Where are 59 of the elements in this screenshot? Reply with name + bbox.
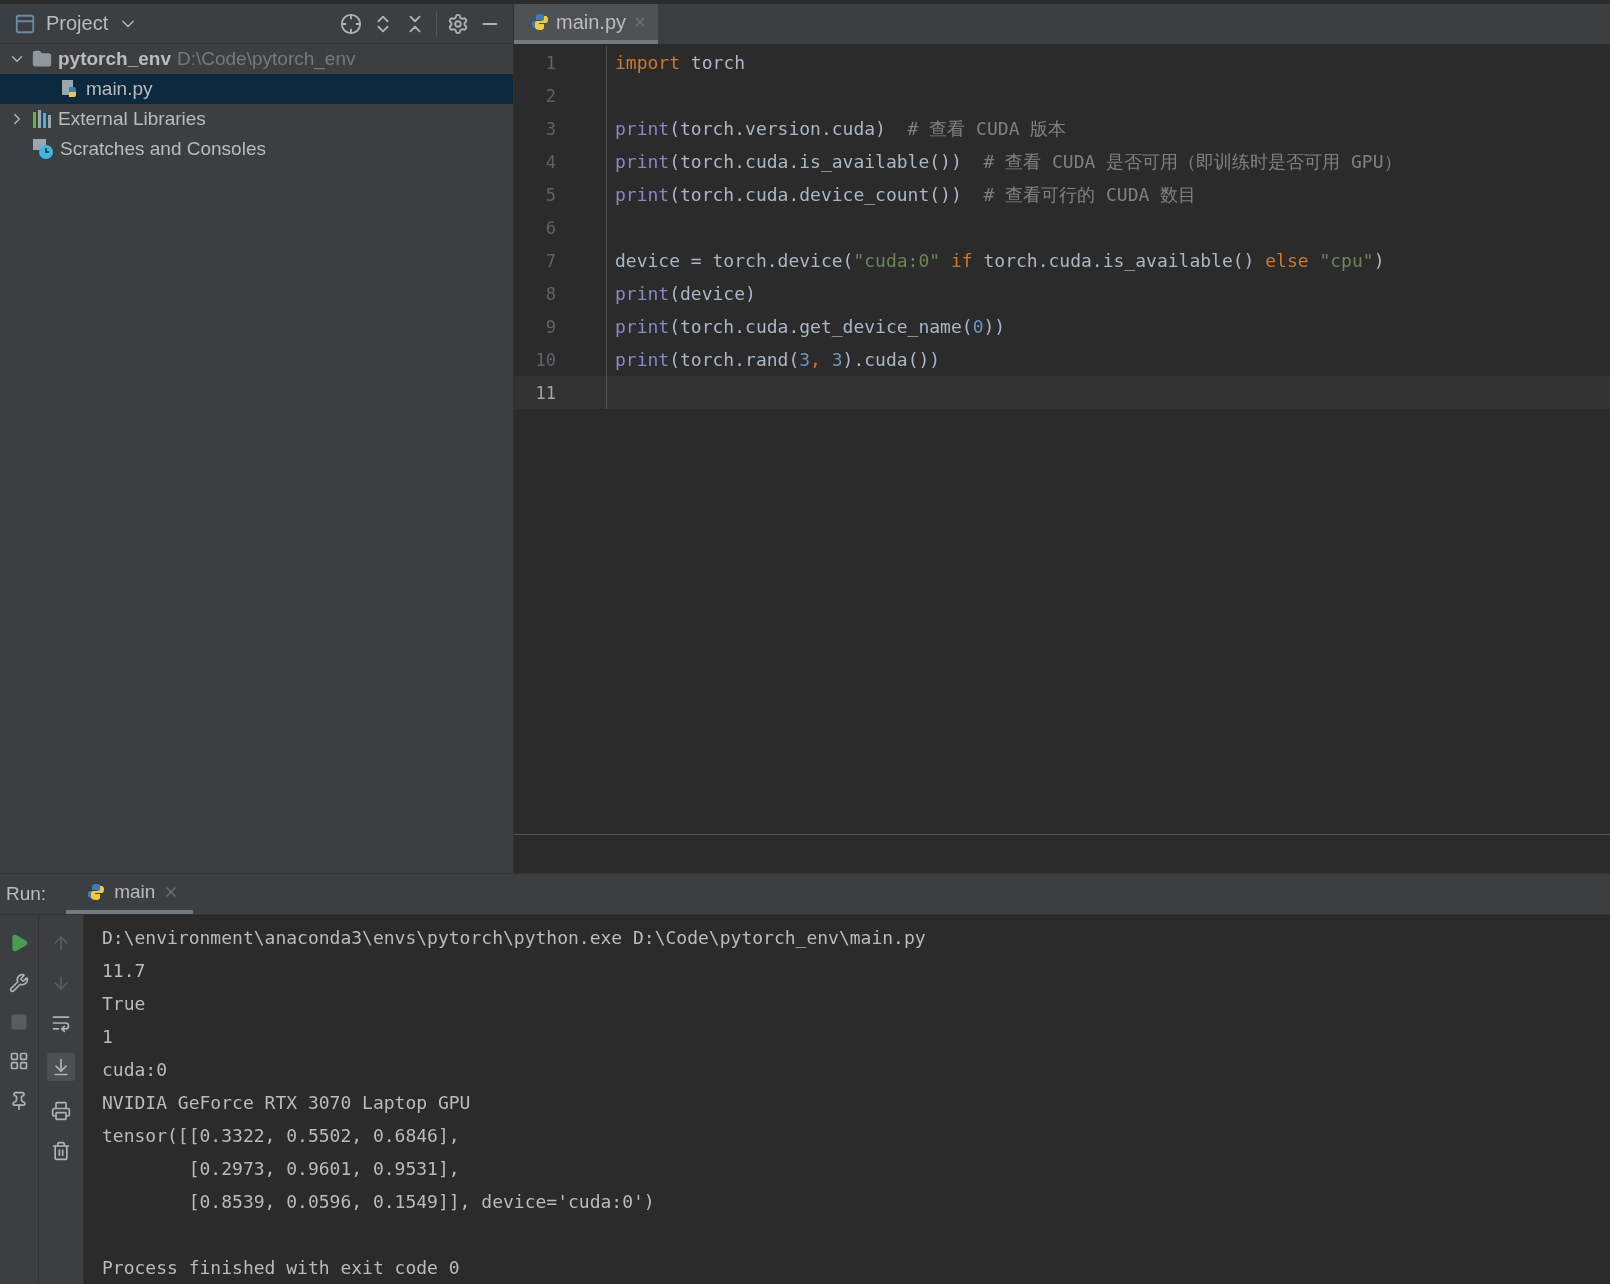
line-number: 10 bbox=[534, 349, 556, 370]
console-line: True bbox=[102, 992, 147, 1016]
soft-wrap-icon[interactable] bbox=[51, 1013, 71, 1033]
code-line: print(torch.version.cuda) # 查看 CUDA 版本 bbox=[615, 116, 1067, 141]
libraries-icon bbox=[32, 110, 52, 128]
line-number: 5 bbox=[544, 184, 556, 205]
scroll-to-end-icon bbox=[51, 1057, 71, 1077]
tree-item-name: main.py bbox=[86, 78, 153, 100]
code-line: import torch bbox=[615, 52, 746, 73]
run-icon[interactable] bbox=[9, 933, 29, 953]
run-label: Run: bbox=[5, 883, 48, 905]
console-line: [0.2973, 0.9601, 0.9531], bbox=[187, 1157, 461, 1181]
panel-title[interactable]: Project bbox=[46, 12, 109, 35]
line-number: 2 bbox=[544, 85, 556, 106]
tree-item-name: Scratches and Consoles bbox=[60, 138, 266, 160]
code-line: print(torch.cuda.is_available()) # 查看 CUDA 是否可用（即训练时是否可用 GPU） bbox=[615, 149, 1402, 174]
console-line: D:\environment\anaconda3\envs\pytorch\python.exe D:\Code\pytorch_env\main.py bbox=[102, 926, 927, 950]
console-line: 11.7 bbox=[102, 959, 147, 983]
line-number: 1 bbox=[544, 52, 556, 73]
console-line: [0.8539, 0.0596, 0.1549]], device='cuda:0') bbox=[187, 1190, 656, 1214]
line-number: 4 bbox=[544, 151, 556, 172]
python-icon bbox=[530, 12, 550, 32]
line-number: 7 bbox=[544, 250, 556, 271]
tree-item[interactable]: pytorch_env D:\Code\pytorch_env bbox=[0, 44, 513, 74]
tree-item[interactable]: main.py bbox=[0, 74, 513, 104]
editor-tab[interactable]: main.py bbox=[514, 4, 659, 44]
console-line: NVIDIA GeForce RTX 3070 Laptop GPU bbox=[102, 1091, 472, 1115]
python-icon bbox=[86, 882, 107, 902]
code-line: print(torch.cuda.get_device_name(0)) bbox=[615, 316, 1006, 337]
line-number: 6 bbox=[544, 217, 556, 238]
run-tab[interactable]: main bbox=[66, 874, 194, 914]
locate-icon[interactable] bbox=[340, 12, 362, 35]
console-line: tensor([[0.3322, 0.5502, 0.6846], bbox=[102, 1124, 461, 1148]
tree-item[interactable]: Scratches and Consoles bbox=[0, 134, 513, 164]
scratches-icon bbox=[32, 138, 54, 160]
folder-icon bbox=[32, 49, 52, 69]
trash-icon[interactable] bbox=[51, 1141, 71, 1161]
tree-item-name: pytorch_env bbox=[58, 48, 171, 70]
code-line: print(device) bbox=[615, 283, 756, 304]
layout-icon[interactable] bbox=[9, 1051, 29, 1071]
line-number: 8 bbox=[544, 283, 556, 304]
wrench-icon[interactable] bbox=[9, 973, 29, 993]
exit-message: Process finished with exit code 0 bbox=[102, 1256, 461, 1280]
code-line: device = torch.device("cuda:0" if torch.cuda.is_available() else "cpu") bbox=[615, 250, 1385, 271]
settings-icon[interactable] bbox=[447, 12, 469, 35]
pin-icon[interactable] bbox=[9, 1091, 29, 1111]
print-icon[interactable] bbox=[51, 1101, 71, 1121]
tree-item-name: External Libraries bbox=[58, 108, 206, 130]
line-number: 11 bbox=[534, 382, 556, 403]
tree-item-path: D:\Code\pytorch_env bbox=[177, 48, 356, 70]
code-line: print(torch.cuda.device_count()) # 查看可行的 CUDA 数目 bbox=[615, 182, 1197, 207]
code-line: print(torch.rand(3, 3).cuda()) bbox=[615, 349, 941, 370]
project-panel-icon bbox=[14, 12, 36, 35]
tree-item[interactable]: External Libraries bbox=[0, 104, 513, 134]
scroll-to-end-button[interactable] bbox=[47, 1053, 75, 1081]
line-number: 3 bbox=[544, 118, 556, 139]
line-number: 9 bbox=[544, 316, 556, 337]
console-line: cuda:0 bbox=[102, 1058, 169, 1082]
console-line: 1 bbox=[102, 1025, 114, 1049]
